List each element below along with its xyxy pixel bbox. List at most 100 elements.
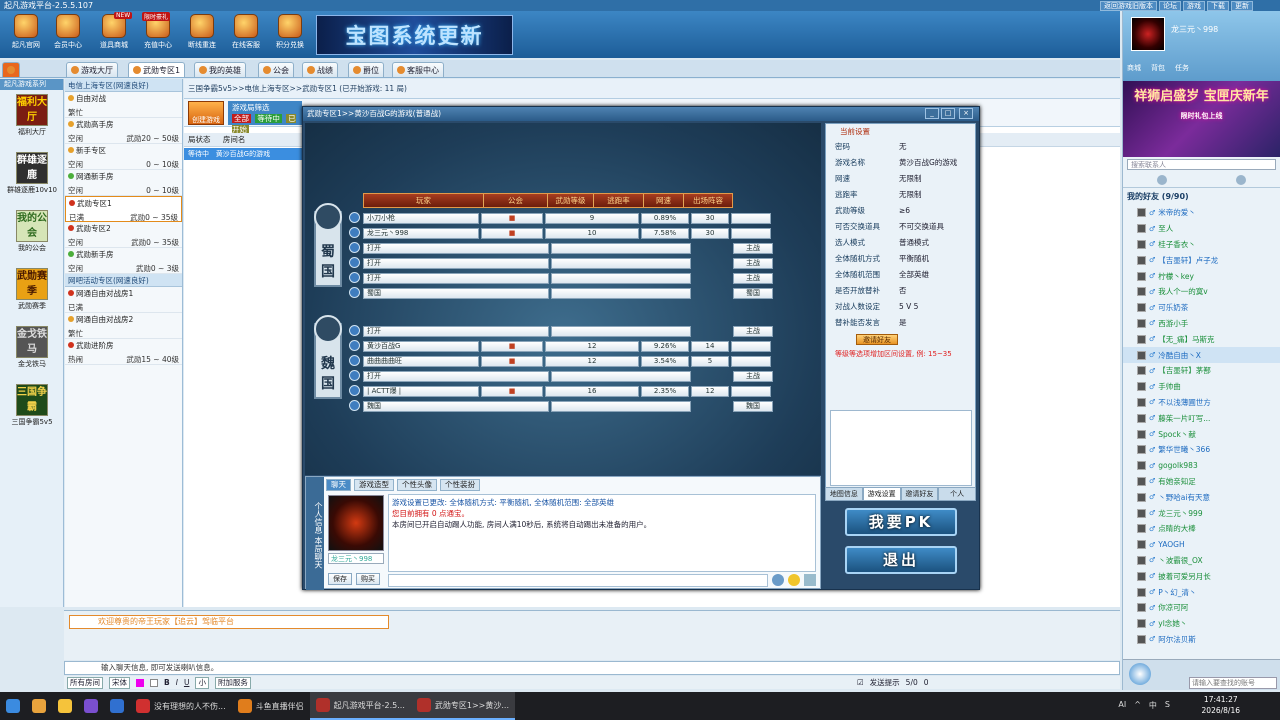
friend-item[interactable]: ♂ 披着可爱另月长: [1123, 568, 1280, 584]
slot-swap-icon[interactable]: [349, 400, 360, 411]
friend-item[interactable]: ♂ 可乐奶茶: [1123, 300, 1280, 316]
open-slot-row[interactable]: 打开 主战: [363, 272, 775, 284]
download-button[interactable]: 下载: [1207, 0, 1229, 11]
friend-item[interactable]: ♂ 丶波霸很_OX: [1123, 553, 1280, 569]
friend-item[interactable]: ♂ 龙三元丶999: [1123, 505, 1280, 521]
friend-item[interactable]: ♂ yl念她丶: [1123, 616, 1280, 632]
tray-item[interactable]: 中: [1149, 700, 1157, 711]
font-select[interactable]: 宋体: [109, 676, 130, 689]
pk-button[interactable]: 我要PK: [845, 508, 957, 536]
find-account-input[interactable]: 请输入要查找的账号: [1189, 677, 1277, 689]
tab-record[interactable]: 战绩: [302, 62, 338, 77]
player-slot-row[interactable]: 小刀小枪 ■ 9 0.89% 30: [363, 212, 773, 224]
tab-game-hall[interactable]: 游戏大厅: [66, 62, 118, 77]
sidebar-item-golden-horse[interactable]: 金戈铁马 金戈铁马: [0, 322, 64, 380]
open-slot-row[interactable]: 打开 主战: [363, 242, 775, 254]
zone-group-header[interactable]: 电信上海专区(网速良好): [65, 79, 182, 92]
taskbar-app[interactable]: [78, 692, 104, 720]
friend-item[interactable]: ♂ 繁华世曦丶366: [1123, 442, 1280, 458]
zone-item[interactable]: 武勋进阶房 热闹 武勋15 ~ 40级: [65, 339, 182, 365]
taskbar-window[interactable]: 斗鱼直播伴侣: [232, 692, 310, 720]
friend-item[interactable]: ♂ gogolk983: [1123, 458, 1280, 474]
friend-item[interactable]: ♂ 不以浅薄圃世方: [1123, 395, 1280, 411]
friend-item[interactable]: ♂ 【无_痛】马斯克: [1123, 331, 1280, 347]
friend-item[interactable]: ♂ 你凉可阿: [1123, 600, 1280, 616]
bag-link[interactable]: 背包: [1151, 63, 1165, 73]
filter-waiting-tab[interactable]: 等待中: [255, 114, 282, 123]
slot-swap-icon[interactable]: [349, 212, 360, 223]
player-slot-row[interactable]: | ACTT爆 | ■ 16 2.35% 12: [363, 385, 773, 397]
sidebar-item-10v10[interactable]: 群雄逐鹿 群雄逐鹿10v10: [0, 148, 64, 206]
slot-swap-icon[interactable]: [349, 227, 360, 238]
tray-item[interactable]: S: [1165, 700, 1170, 711]
tab-game-look[interactable]: 游戏造型: [354, 479, 394, 491]
friend-item[interactable]: ♂ 至人: [1123, 221, 1280, 237]
player-slot-row[interactable]: 龙三元丶998 ■ 10 7.58% 30: [363, 227, 773, 239]
friend-item[interactable]: ♂ 西游小手: [1123, 316, 1280, 332]
save-button[interactable]: 保存: [328, 573, 352, 585]
contact-search-input[interactable]: 搜索联系人: [1127, 159, 1276, 170]
underline-icon[interactable]: U: [184, 676, 190, 689]
support-button[interactable]: 在线客服: [226, 14, 266, 50]
zone-item[interactable]: 自由对战 繁忙: [65, 92, 182, 118]
slot-swap-icon[interactable]: [349, 385, 360, 396]
sidebar-item-my-guild[interactable]: 我的公会 我的公会: [0, 206, 64, 264]
profile-avatar[interactable]: [1131, 17, 1165, 51]
sidebar-item-5v5[interactable]: 三国争霸 三国争霸5v5: [0, 380, 64, 438]
filter-all-tab[interactable]: 全部: [232, 114, 251, 123]
reconnect-button[interactable]: 断线重连: [182, 14, 222, 50]
friend-item[interactable]: ♂ 有她亲知足: [1123, 474, 1280, 490]
chat-input[interactable]: [388, 574, 768, 587]
friend-item[interactable]: ♂ YAOGH: [1123, 537, 1280, 553]
broadcast-input[interactable]: 输入聊天信息, 即可发送喇叭信息。: [64, 661, 1120, 675]
friend-item[interactable]: ♂ 冷酷自由丶X: [1123, 347, 1280, 363]
tray-item[interactable]: AI: [1118, 700, 1126, 711]
recharge-button[interactable]: 限时豪礼 充值中心: [138, 12, 178, 50]
update-button[interactable]: 更新: [1231, 0, 1253, 11]
zone-group-header[interactable]: 网吧活动专区(网速良好): [65, 274, 182, 287]
column-room-name[interactable]: 房间名: [223, 135, 246, 144]
taskbar-app[interactable]: [104, 692, 130, 720]
forum-button[interactable]: 论坛: [1159, 0, 1181, 11]
friend-item[interactable]: ♂ Spock丶献: [1123, 426, 1280, 442]
zone-item-selected[interactable]: 武勋专区1 已满 武勋0 ~ 35级: [65, 196, 182, 222]
friend-item[interactable]: ♂ 丶野哈ai有天意: [1123, 489, 1280, 505]
start-button[interactable]: [0, 692, 26, 720]
player-slot-row[interactable]: 曲曲曲曲旺 ■ 12 3.54% 5: [363, 355, 773, 367]
zone-item[interactable]: 新手专区 空闲 0 ~ 10级: [65, 144, 182, 170]
minimize-button[interactable]: _: [925, 108, 939, 119]
invite-friend-button[interactable]: 邀请好友: [856, 334, 898, 345]
official-site-button[interactable]: 起凡官网: [6, 14, 46, 50]
sidebar-item-welfare[interactable]: 福利大厅 福利大厅: [0, 90, 64, 148]
slot-swap-icon[interactable]: [349, 272, 360, 283]
scope-select[interactable]: 所有房间: [67, 676, 103, 689]
zone-item[interactable]: 武勋高手房 空闲 武勋20 ~ 50级: [65, 118, 182, 144]
taskbar-window[interactable]: 武勋专区1>>黄沙...: [410, 692, 516, 720]
friend-item[interactable]: ♂ 阿尔法贝斯: [1123, 632, 1280, 648]
send-icon[interactable]: [772, 574, 784, 586]
column-status[interactable]: 局状态: [188, 135, 211, 144]
friend-group-header[interactable]: 我的好友 (9/90): [1123, 188, 1280, 205]
friend-item[interactable]: ♂ 柠檬丶key: [1123, 268, 1280, 284]
zone-item[interactable]: 武勋新手房 空闲 武勋0 ~ 3级: [65, 248, 182, 274]
italic-icon[interactable]: I: [176, 676, 178, 689]
tab-outfit[interactable]: 个性装扮: [440, 479, 480, 491]
open-slot-row[interactable]: 打开 主战: [363, 257, 775, 269]
update-banner[interactable]: 宝图系统更新: [316, 15, 513, 55]
zone-item[interactable]: 网通自由对战房1 已满: [65, 287, 182, 313]
emoji-icon[interactable]: [788, 574, 800, 586]
tab-avatar[interactable]: 个性头像: [397, 479, 437, 491]
promo-ad[interactable]: 祥狮启盛岁 宝匣庆新年 限时礼包上线: [1123, 81, 1280, 157]
extra-service-select[interactable]: 附加服务: [214, 676, 251, 689]
player-slot-row[interactable]: 黄沙百战G ■ 12 9.26% 14: [363, 340, 773, 352]
tab-guild[interactable]: 公会: [258, 62, 294, 77]
faction-sub-row[interactable]: 魏国 魏国: [363, 400, 775, 412]
friend-item[interactable]: ♂ 【吉墨轩】茅鄯: [1123, 363, 1280, 379]
create-game-button[interactable]: 创建游戏: [188, 101, 224, 125]
game-button[interactable]: 游戏: [1183, 0, 1205, 11]
buy-button[interactable]: 购买: [356, 573, 380, 585]
tab-rank[interactable]: 爵位: [348, 62, 384, 77]
zone-item[interactable]: 网通新手房 空闲 0 ~ 10级: [65, 170, 182, 196]
friend-item[interactable]: ♂ P丶幻_清丶: [1123, 584, 1280, 600]
room-row[interactable]: 等待中 黄沙百战G的游戏: [184, 148, 304, 160]
